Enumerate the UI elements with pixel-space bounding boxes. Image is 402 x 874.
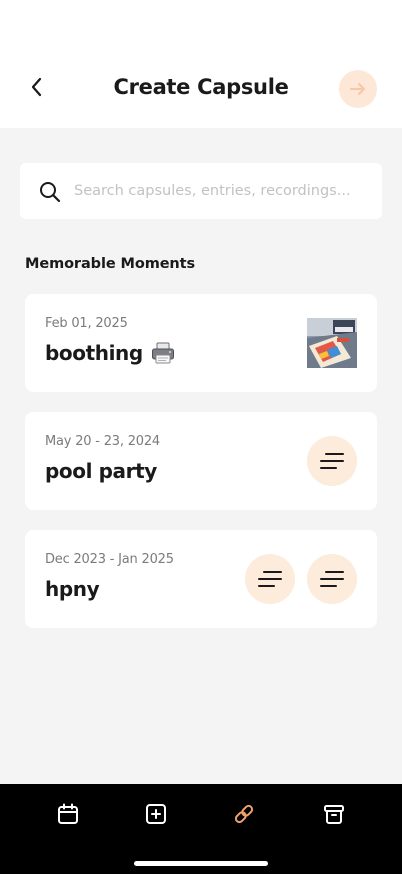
search-icon	[40, 182, 61, 203]
card-name-row: pool party	[45, 459, 157, 483]
calendar-icon	[58, 803, 78, 824]
card-name-row: hpny	[45, 577, 100, 601]
tab-bar	[0, 784, 402, 874]
card-name: hpny	[45, 577, 100, 601]
tab-archive[interactable]	[320, 800, 348, 828]
text-lines-icon	[320, 571, 344, 587]
search-input[interactable]	[74, 171, 370, 211]
next-button[interactable]	[339, 70, 377, 108]
home-indicator	[134, 861, 268, 866]
link-icon	[234, 804, 254, 824]
card-name: pool party	[45, 459, 157, 483]
photo-image	[307, 318, 357, 368]
capsule-card-boothing[interactable]: Feb 01, 2025 boothing	[25, 294, 377, 392]
text-entry-button[interactable]	[307, 436, 357, 486]
arrow-right-icon	[350, 83, 365, 95]
printer-emoji-icon	[151, 342, 174, 364]
text-entry-button[interactable]	[307, 554, 357, 604]
card-date: Dec 2023 - Jan 2025	[45, 552, 174, 567]
capsule-card-pool-party[interactable]: May 20 - 23, 2024 pool party	[25, 412, 377, 510]
header: Create Capsule	[0, 0, 402, 128]
archive-box-icon	[324, 805, 344, 824]
text-entry-button[interactable]	[245, 554, 295, 604]
search-bar	[20, 163, 382, 219]
add-square-icon	[146, 804, 166, 824]
text-lines-icon	[320, 453, 344, 469]
card-name: boothing	[45, 341, 143, 365]
card-date: Feb 01, 2025	[45, 316, 128, 331]
card-name-row: boothing	[45, 341, 175, 365]
section-title: Memorable Moments	[25, 256, 196, 272]
tab-create[interactable]	[142, 800, 170, 828]
text-lines-icon	[258, 571, 282, 587]
photo-thumbnail[interactable]	[307, 318, 357, 368]
capsule-card-hpny[interactable]: Dec 2023 - Jan 2025 hpny	[25, 530, 377, 628]
card-date: May 20 - 23, 2024	[45, 434, 160, 449]
tab-calendar[interactable]	[54, 800, 82, 828]
tab-capsules[interactable]	[230, 800, 258, 828]
